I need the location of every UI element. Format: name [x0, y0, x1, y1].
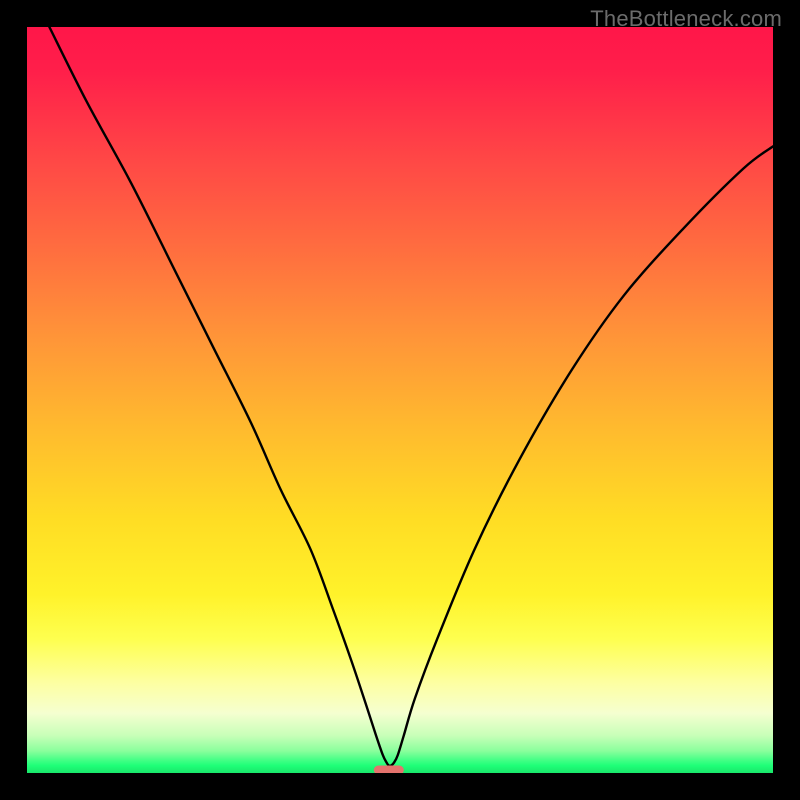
plot-area: [27, 27, 773, 773]
bottleneck-curve: [49, 27, 773, 766]
chart-frame: TheBottleneck.com: [0, 0, 800, 800]
watermark-text: TheBottleneck.com: [590, 6, 782, 32]
curve-layer: [27, 27, 773, 773]
min-marker: [374, 766, 404, 773]
